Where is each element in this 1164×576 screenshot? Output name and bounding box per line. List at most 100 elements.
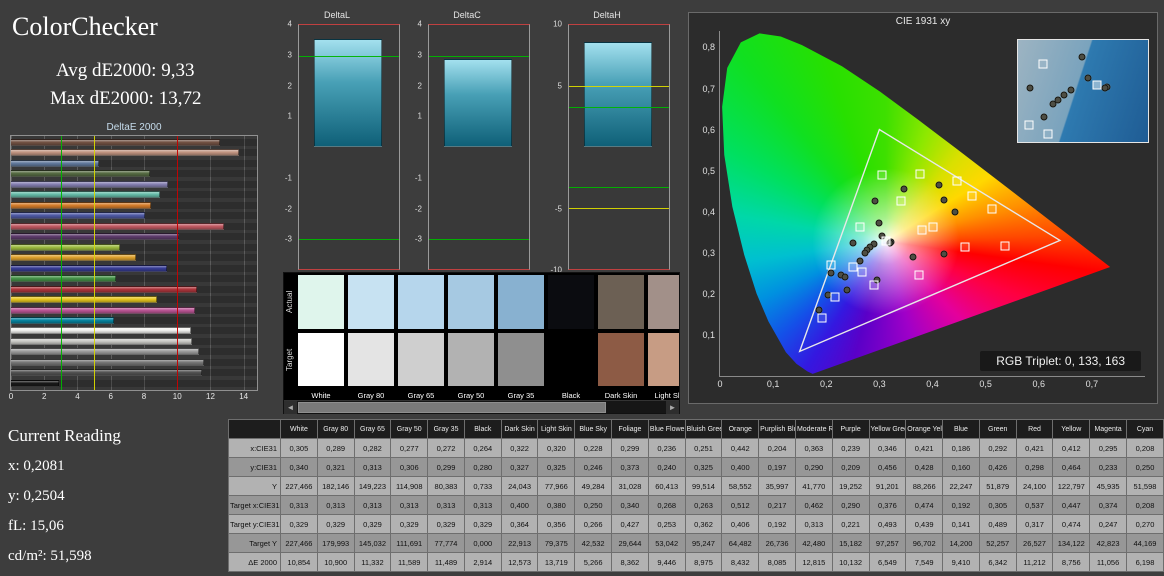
deltae-bar bbox=[11, 191, 160, 198]
table-column-header: White bbox=[281, 420, 318, 439]
table-cell: 11,489 bbox=[428, 553, 465, 572]
table-cell: 111,691 bbox=[391, 534, 428, 553]
table-cell: 13,719 bbox=[538, 553, 575, 572]
x-axis-tick-label: 0 bbox=[717, 376, 722, 389]
table-cell: 0,239 bbox=[832, 439, 869, 458]
y-axis-tick-label: 0,5 bbox=[702, 166, 720, 176]
target-point bbox=[961, 243, 970, 252]
deltae-bar-track bbox=[11, 265, 257, 272]
table-cell: 91,201 bbox=[869, 477, 906, 496]
table-column-header: Magenta bbox=[1090, 420, 1127, 439]
deltae-axis-tick-label: 14 bbox=[239, 392, 248, 401]
cie-inset-zoom bbox=[1017, 39, 1149, 143]
target-point bbox=[855, 223, 864, 232]
scroll-left-icon[interactable]: ◄ bbox=[284, 401, 297, 414]
deltae-bar bbox=[11, 149, 239, 156]
delta-bar bbox=[584, 42, 652, 147]
table-cell: 122,797 bbox=[1053, 477, 1090, 496]
table-cell: 35,997 bbox=[759, 477, 796, 496]
table-cell: 0,493 bbox=[869, 515, 906, 534]
measured-point bbox=[843, 287, 850, 294]
deltae-x-axis: 02468101214 bbox=[11, 392, 257, 404]
table-row-label: ΔE 2000 bbox=[229, 553, 281, 572]
swatch-columns: WhiteGray 80Gray 65Gray 50Gray 35BlackDa… bbox=[298, 275, 679, 402]
axis-tick-label: 4 bbox=[288, 20, 292, 29]
swatch-scrollbar[interactable]: ◄ ► bbox=[284, 400, 679, 413]
table-cell: 0,263 bbox=[685, 496, 722, 515]
measured-point bbox=[951, 208, 958, 215]
table-column-header: Purple bbox=[832, 420, 869, 439]
deltae-bar bbox=[11, 212, 145, 219]
table-cell: 10,900 bbox=[317, 553, 354, 572]
table-row: Y227,466182,146149,223114,90880,3830,733… bbox=[229, 477, 1164, 496]
deltae-bar-track bbox=[11, 275, 257, 282]
scrollbar-thumb[interactable] bbox=[298, 402, 606, 413]
table-row: Target x:CIE310,3130,3130,3130,3130,3130… bbox=[229, 496, 1164, 515]
deltae-bar bbox=[11, 327, 191, 334]
table-cell: 227,466 bbox=[281, 534, 318, 553]
table-column-header: Foliage bbox=[612, 420, 649, 439]
table-row-label: Target Y bbox=[229, 534, 281, 553]
scroll-right-icon[interactable]: ► bbox=[666, 401, 679, 414]
target-point bbox=[988, 205, 997, 214]
table-cell: 0,221 bbox=[832, 515, 869, 534]
table-cell: 0,306 bbox=[391, 458, 428, 477]
table-cell: 0,313 bbox=[354, 496, 391, 515]
axis-tick-label: -3 bbox=[285, 235, 292, 244]
table-row: x:CIE310,3050,2890,2820,2770,2720,2640,3… bbox=[229, 439, 1164, 458]
target-point bbox=[882, 236, 891, 245]
deltae-bars bbox=[11, 136, 257, 390]
table-cell: 5,266 bbox=[575, 553, 612, 572]
deltae-bar-track bbox=[11, 317, 257, 324]
limit-line bbox=[569, 187, 669, 188]
deltae-plot-area bbox=[10, 135, 258, 391]
limit-line bbox=[429, 239, 529, 240]
table-column-header: Red bbox=[1016, 420, 1053, 439]
actual-swatch bbox=[548, 275, 594, 329]
inset-target-point bbox=[1024, 121, 1033, 130]
target-swatch bbox=[548, 333, 594, 387]
deltae-bar-track bbox=[11, 149, 257, 156]
deltae-bar bbox=[11, 317, 114, 324]
table-cell: 0,305 bbox=[979, 496, 1016, 515]
deltae-bar-track bbox=[11, 139, 257, 146]
table-header: WhiteGray 80Gray 65Gray 50Gray 35BlackDa… bbox=[229, 420, 1164, 439]
table-cell: 95,247 bbox=[685, 534, 722, 553]
inset-target-point bbox=[1093, 81, 1102, 90]
deltae-bar-track bbox=[11, 212, 257, 219]
limit-line bbox=[429, 56, 529, 57]
axis-tick-label: 5 bbox=[558, 81, 562, 90]
table-cell: 11,332 bbox=[354, 553, 391, 572]
deltae-chart-title: DeltaE 2000 bbox=[6, 120, 262, 135]
table-cell: 58,552 bbox=[722, 477, 759, 496]
current-reading-title: Current Reading bbox=[8, 426, 121, 446]
table-column-header: Gray 35 bbox=[428, 420, 465, 439]
table-cell: 0,400 bbox=[722, 458, 759, 477]
limit-line bbox=[299, 56, 399, 57]
deltae-bar-track bbox=[11, 348, 257, 355]
table-cell: 0,380 bbox=[538, 496, 575, 515]
table-cell: 0,456 bbox=[869, 458, 906, 477]
y-axis-tick-label: 0,4 bbox=[702, 207, 720, 217]
reading-x: x: 0,2081 bbox=[8, 458, 65, 475]
table-column-header: Orange bbox=[722, 420, 759, 439]
table-cell: 0,277 bbox=[391, 439, 428, 458]
table-cell: 52,257 bbox=[979, 534, 1016, 553]
target-point bbox=[831, 293, 840, 302]
table-cell: 0,464 bbox=[1053, 458, 1090, 477]
table-cell: 97,257 bbox=[869, 534, 906, 553]
table-row-label: Y bbox=[229, 477, 281, 496]
table-cell: 80,383 bbox=[428, 477, 465, 496]
target-swatch bbox=[498, 333, 544, 387]
target-point bbox=[928, 222, 937, 231]
deltae-bar bbox=[11, 348, 199, 355]
table-cell: 60,413 bbox=[648, 477, 685, 496]
table-cell: 10,854 bbox=[281, 553, 318, 572]
inset-measured-point bbox=[1041, 113, 1048, 120]
deltae-bar bbox=[11, 160, 99, 167]
table-cell: 0,362 bbox=[685, 515, 722, 534]
table-cell: 0,442 bbox=[722, 439, 759, 458]
measured-point bbox=[900, 185, 907, 192]
table-cell: 19,252 bbox=[832, 477, 869, 496]
target-point bbox=[914, 270, 923, 279]
